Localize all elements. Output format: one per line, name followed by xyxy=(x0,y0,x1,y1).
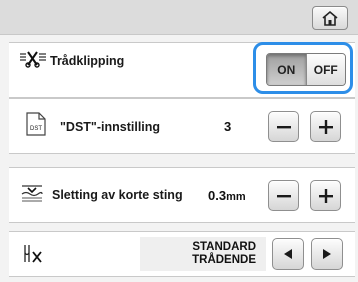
home-icon xyxy=(322,10,338,26)
thread-end-line2: TRÅDENDE xyxy=(192,254,256,266)
minus-icon xyxy=(276,125,291,128)
thread-end-line1: STANDARD xyxy=(192,241,256,253)
home-button[interactable] xyxy=(312,6,348,30)
embroidery-settings-screen: Trådklipping ON OFF DST "DST"-innstillin… xyxy=(0,0,358,282)
top-bar xyxy=(0,0,358,35)
thread-cut-icon xyxy=(20,51,46,68)
short-stitch-minus-button[interactable] xyxy=(268,180,299,211)
short-stitch-plus-button[interactable] xyxy=(310,180,341,211)
toggle-off-button[interactable]: OFF xyxy=(306,54,345,85)
minus-icon xyxy=(276,194,291,197)
short-stitch-icon xyxy=(21,185,43,202)
toggle-on-button[interactable]: ON xyxy=(267,54,307,85)
thread-end-right-button[interactable] xyxy=(311,238,343,270)
dst-plus-button[interactable] xyxy=(310,111,341,142)
short-stitch-unit: mm xyxy=(226,191,246,203)
short-stitch-value: 0.3mm xyxy=(208,188,246,203)
thread-cut-toggle[interactable]: ON OFF xyxy=(266,53,346,86)
thread-end-setting: STANDARD TRÅDENDE xyxy=(140,237,266,271)
thread-cut-label: Trådklipping xyxy=(50,54,125,68)
dst-file-icon: DST xyxy=(26,112,46,136)
plus-icon xyxy=(318,188,333,203)
dst-minus-button[interactable] xyxy=(268,111,299,142)
thread-end-icon xyxy=(24,245,42,263)
left-arrow-icon xyxy=(284,249,292,259)
dst-setting-label: "DST"-innstilling xyxy=(60,120,161,134)
dst-icon-text: DST xyxy=(30,126,42,132)
right-arrow-icon xyxy=(323,249,331,259)
dst-value: 3 xyxy=(224,119,232,134)
thread-end-left-button[interactable] xyxy=(272,238,304,270)
plus-icon xyxy=(318,119,333,134)
short-stitch-label: Sletting av korte sting xyxy=(52,188,183,202)
